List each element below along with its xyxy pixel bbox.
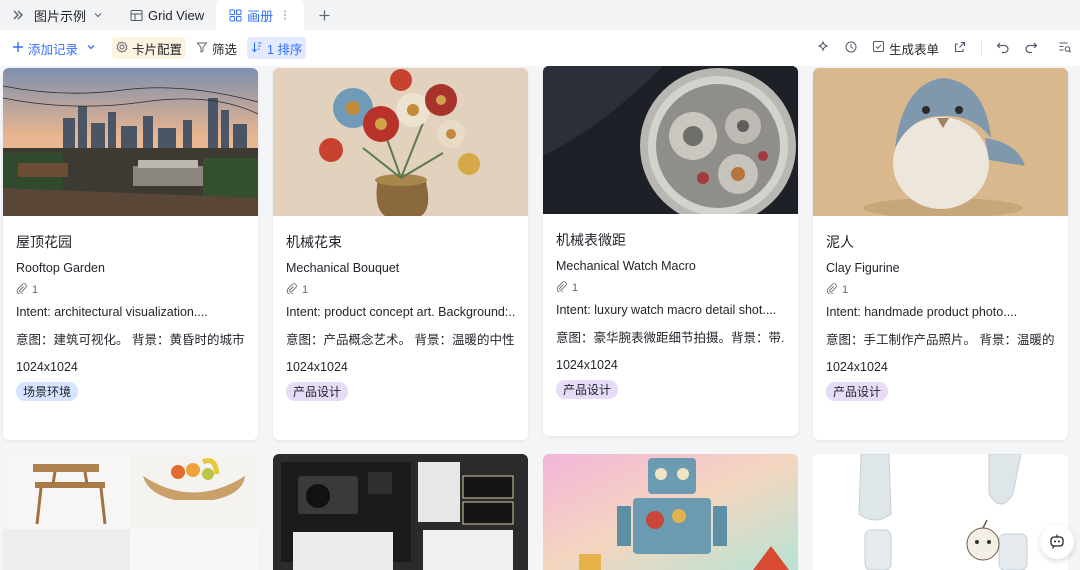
category-tag: 产品设计	[286, 382, 349, 401]
tab-grid-view[interactable]: Grid View	[117, 0, 216, 30]
add-record-label: 添加记录	[28, 42, 79, 57]
add-record-button[interactable]: 添加记录	[8, 37, 100, 59]
search-list-icon[interactable]	[1058, 40, 1072, 57]
paperclip-icon	[826, 283, 837, 297]
robot-chat-icon	[1048, 532, 1066, 553]
toy-robot-image	[543, 454, 798, 570]
grid-view-icon	[129, 8, 143, 22]
watch-macro-image	[543, 66, 798, 214]
ai-assistant-button[interactable]	[1040, 525, 1074, 559]
generate-form-button[interactable]: 生成表单	[872, 39, 939, 58]
filter-icon	[196, 41, 208, 56]
add-view-icon[interactable]	[310, 1, 338, 29]
gear-icon	[116, 40, 128, 56]
card-config-label: 卡片配置	[132, 42, 183, 57]
card-intent-en: Intent: architectural visualization....	[16, 305, 208, 319]
attachment-count[interactable]: 1	[286, 283, 515, 297]
view-toolbar: 添加记录 卡片配置 筛选 1 排序 生成表单	[0, 30, 1080, 66]
category-tag: 产品设计	[826, 382, 889, 401]
card-body: 机械表微距 Mechanical Watch Macro 1 Intent: l…	[543, 230, 798, 399]
plus-icon	[12, 41, 24, 56]
tab-gallery-view[interactable]: 画册	[216, 0, 305, 30]
gallery-card-clay-figurine[interactable]: 泥人 Clay Figurine 1 Intent: handmade prod…	[813, 68, 1068, 440]
furniture-image	[3, 454, 258, 570]
card-image-size: 1024x1024	[556, 358, 618, 372]
card-body: 机械花束 Mechanical Bouquet 1 Intent: produc…	[273, 232, 528, 401]
attachment-count-value: 1	[32, 284, 39, 296]
undo-icon[interactable]	[996, 40, 1010, 57]
chevron-down-icon[interactable]	[86, 41, 96, 55]
filter-label: 筛选	[212, 42, 238, 57]
more-vertical-icon[interactable]	[278, 8, 292, 22]
sort-icon	[251, 41, 263, 56]
card-intent-en: Intent: luxury watch macro detail shot..…	[556, 303, 777, 317]
card-body: 泥人 Clay Figurine 1 Intent: handmade prod…	[813, 232, 1068, 401]
clay-figurine-image	[813, 68, 1068, 216]
tab-gallery-view-label: 画册	[247, 8, 274, 24]
attachment-count-value: 1	[842, 284, 849, 296]
redo-icon[interactable]	[1024, 40, 1038, 57]
card-image-size: 1024x1024	[16, 360, 78, 374]
gallery-card-water-bottles[interactable]	[813, 454, 1068, 570]
card-intent-cn: 意图：建筑可视化。 背景：黄昏时的城市...	[16, 333, 245, 347]
card-intent-cn: 意图：产品概念艺术。 背景：温暖的中性...	[286, 333, 515, 347]
card-subtitle: Clay Figurine	[826, 261, 900, 275]
card-subtitle: Mechanical Bouquet	[286, 261, 400, 275]
toolbar-divider	[981, 41, 982, 55]
gallery-card-watch-macro[interactable]: 机械表微距 Mechanical Watch Macro 1 Intent: l…	[543, 66, 798, 436]
camera-kit-image	[273, 454, 528, 570]
paperclip-icon	[556, 281, 567, 295]
gallery-grid: 屋顶花园 Rooftop Garden 1 Intent: architectu…	[0, 66, 1080, 570]
generate-form-label: 生成表单	[888, 42, 939, 57]
rooftop-garden-image	[3, 68, 258, 216]
category-tag: 产品设计	[556, 380, 619, 399]
card-intent-cn: 意图：豪华腕表微距细节拍摄。背景：带...	[556, 331, 785, 345]
gallery-card-mechanical-bouquet[interactable]: 机械花束 Mechanical Bouquet 1 Intent: produc…	[273, 68, 528, 440]
card-image-size: 1024x1024	[826, 360, 888, 374]
gallery-card-camera-kit[interactable]	[273, 454, 528, 570]
attachment-count-value: 1	[302, 284, 309, 296]
card-body: 屋顶花园 Rooftop Garden 1 Intent: architectu…	[3, 232, 258, 401]
attachment-count-value: 1	[572, 282, 579, 294]
card-subtitle: Rooftop Garden	[16, 261, 105, 275]
tab-grid-view-label: Grid View	[148, 7, 205, 23]
gallery-card-rooftop-garden[interactable]: 屋顶花园 Rooftop Garden 1 Intent: architectu…	[3, 68, 258, 440]
gallery-card-toy-robot[interactable]	[543, 454, 798, 570]
card-config-button[interactable]: 卡片配置	[112, 37, 187, 59]
gallery-card-furniture[interactable]	[3, 454, 258, 570]
mechanical-bouquet-image	[273, 68, 528, 216]
chevron-down-icon[interactable]	[91, 8, 105, 22]
sort-label: 1 排序	[267, 42, 303, 57]
sidebar-expand-icon[interactable]	[6, 3, 30, 27]
category-tag: 场景环境	[16, 382, 79, 401]
toolbar-right-group: 生成表单	[816, 39, 1072, 58]
card-title: 泥人	[826, 234, 854, 250]
table-name-tab[interactable]: 图片示例	[30, 0, 117, 30]
tab-bar: 图片示例 Grid View 画册	[0, 0, 1080, 30]
attachment-count[interactable]: 1	[826, 283, 1055, 297]
card-title: 屋顶花园	[16, 234, 72, 250]
ai-sparkle-icon[interactable]	[816, 40, 830, 57]
card-image-size: 1024x1024	[286, 360, 348, 374]
filter-button[interactable]: 筛选	[192, 37, 241, 59]
paperclip-icon	[286, 283, 297, 297]
card-intent-en: Intent: product concept art. Background:…	[286, 305, 515, 319]
card-title: 机械表微距	[556, 232, 626, 248]
form-icon	[872, 40, 885, 56]
history-icon[interactable]	[844, 40, 858, 57]
water-bottles-image	[813, 454, 1068, 570]
card-subtitle: Mechanical Watch Macro	[556, 259, 696, 273]
share-icon[interactable]	[953, 40, 967, 57]
card-intent-en: Intent: handmade product photo....	[826, 305, 1018, 319]
card-intent-cn: 意图：手工制作产品照片。 背景：温暖的...	[826, 333, 1055, 347]
sort-button[interactable]: 1 排序	[247, 37, 307, 59]
table-name-label: 图片示例	[34, 8, 87, 24]
paperclip-icon	[16, 283, 27, 297]
card-title: 机械花束	[286, 234, 342, 250]
attachment-count[interactable]: 1	[556, 281, 785, 295]
attachment-count[interactable]: 1	[16, 283, 245, 297]
gallery-view-icon	[228, 8, 242, 22]
